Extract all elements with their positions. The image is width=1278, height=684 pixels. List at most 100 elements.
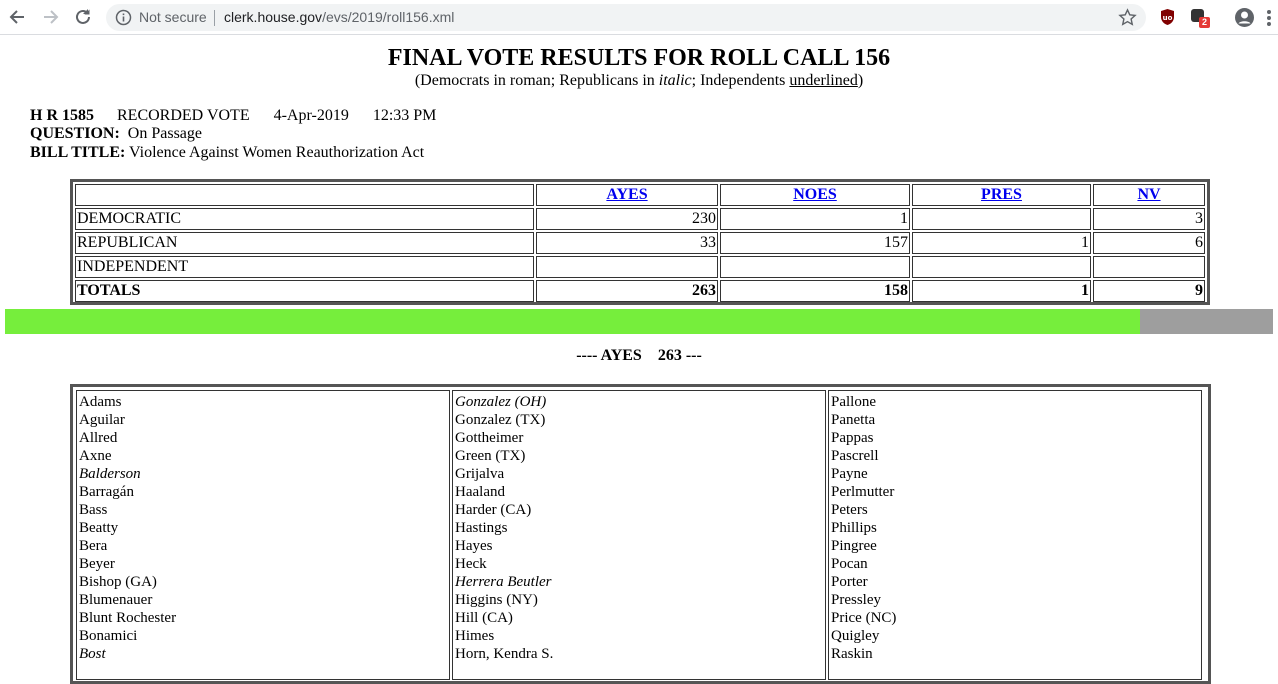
bill-title-label: BILL TITLE: — [30, 144, 126, 161]
member-name: Himes — [455, 628, 495, 644]
question-text: On Passage — [127, 125, 203, 142]
names-column-1: Adams Aguilar Allred Axne Balderson Barragán B… — [76, 390, 450, 680]
names-column-3: Pallone Panetta Pappas Pascrell Payne Perlmut… — [828, 390, 1202, 680]
summary-header-pres: PRES — [912, 184, 1091, 206]
question-label: QUESTION: — [30, 125, 120, 142]
member-name: Harder (CA) — [455, 502, 532, 518]
member-name: Gonzalez (OH) — [455, 394, 547, 410]
nv-cell: 6 — [1093, 232, 1205, 254]
member-name: Quigley — [831, 628, 880, 644]
pres-cell: 1 — [912, 280, 1091, 302]
ayes-names-table: Adams Aguilar Allred Axne Balderson Barragán B… — [70, 384, 1211, 684]
page-title: FINAL VOTE RESULTS FOR ROLL CALL 156 — [387, 45, 891, 71]
security-label[interactable]: Not secure — [139, 9, 207, 25]
vote-date: 4-Apr-2019 — [273, 107, 349, 124]
member-name: Barragán — [79, 484, 134, 500]
member-name: Horn, Kendra S. — [455, 646, 554, 662]
legend-italic: italic — [658, 72, 692, 89]
member-name: Bost — [79, 646, 106, 662]
address-bar[interactable]: Not secure clerk.house.gov/evs/2019/roll… — [106, 4, 1146, 31]
member-name: Aguilar — [79, 412, 125, 428]
member-name: Blumenauer — [79, 592, 153, 608]
member-name: Bishop (GA) — [79, 574, 157, 590]
member-name: Beyer — [79, 556, 115, 572]
member-name: Allred — [79, 430, 118, 446]
svg-text:uo: uo — [1163, 14, 1173, 22]
reload-icon — [76, 9, 90, 24]
summary-header-ayes: AYES — [536, 184, 718, 206]
member-name: Pocan — [831, 556, 868, 572]
member-name: Raskin — [831, 646, 873, 662]
vote-summary-table: AYES NOES PRES NV DEMOCRATIC 230 1 3 REP… — [70, 179, 1210, 305]
member-name: Panetta — [831, 412, 876, 428]
member-name: Pascrell — [831, 448, 879, 464]
pres-link[interactable]: PRES — [981, 186, 1022, 203]
vote-meta-line: H R 1585 RECORDED VOTE 4-Apr-2019 12:33 PM — [30, 106, 436, 125]
more-menu-icon[interactable] — [1266, 9, 1272, 27]
legend-text-2: ; Independents — [691, 72, 790, 89]
vote-type: RECORDED VOTE — [117, 107, 250, 124]
nv-cell: 3 — [1093, 208, 1205, 230]
nv-cell — [1093, 256, 1205, 278]
extension-icon[interactable]: 2 — [1190, 8, 1210, 28]
ayes-cell: 33 — [536, 232, 718, 254]
party-cell: TOTALS — [75, 280, 534, 302]
member-name: Payne — [831, 466, 868, 482]
member-name: Herrera Beutler — [455, 574, 552, 590]
member-name: Price (NC) — [831, 610, 897, 626]
ayes-link[interactable]: AYES — [606, 186, 647, 203]
member-name: Porter — [831, 574, 868, 590]
bill-title-text: Violence Against Women Reauthorization A… — [129, 144, 425, 161]
bookmark-star-icon[interactable] — [1118, 8, 1137, 27]
nv-cell: 9 — [1093, 280, 1205, 302]
url-path: /evs/2019/roll156.xml — [322, 9, 455, 25]
reload-button[interactable] — [72, 6, 94, 28]
legend-text-3: ) — [857, 72, 864, 89]
member-name: Adams — [79, 394, 122, 410]
ayes-heading-suffix: --- — [685, 347, 702, 364]
url-text[interactable]: clerk.house.gov/evs/2019/roll156.xml — [224, 9, 454, 25]
member-name: Peters — [831, 502, 868, 518]
member-name: Grijalva — [455, 466, 505, 482]
pres-cell — [912, 208, 1091, 230]
member-name: Hill (CA) — [455, 610, 513, 626]
member-name: Gonzalez (TX) — [455, 412, 546, 428]
arrow-left-icon — [9, 10, 24, 24]
summary-row-totals: TOTALS 263 158 1 9 — [75, 280, 1205, 302]
noes-cell: 158 — [720, 280, 910, 302]
legend-underlined: underlined — [789, 72, 858, 89]
ayes-heading: ---- AYES 263 --- — [0, 346, 1278, 366]
party-cell: INDEPENDENT — [75, 256, 534, 278]
nv-link[interactable]: NV — [1137, 186, 1160, 203]
browser-toolbar: Not secure clerk.house.gov/evs/2019/roll… — [0, 0, 1278, 35]
member-name: Blunt Rochester — [79, 610, 177, 626]
summary-header-party — [75, 184, 534, 206]
noes-link[interactable]: NOES — [793, 186, 837, 203]
ayes-cell: 263 — [536, 280, 718, 302]
pres-cell: 1 — [912, 232, 1091, 254]
summary-header-nv: NV — [1093, 184, 1205, 206]
member-name: Pappas — [831, 430, 874, 446]
summary-row-republican: REPUBLICAN 33 157 1 6 — [75, 232, 1205, 254]
account-icon[interactable] — [1234, 7, 1255, 28]
forward-button[interactable] — [40, 6, 62, 28]
extension-badge: 2 — [1199, 17, 1210, 28]
summary-row-democratic: DEMOCRATIC 230 1 3 — [75, 208, 1205, 230]
pres-cell — [912, 256, 1091, 278]
party-cell: DEMOCRATIC — [75, 208, 534, 230]
party-legend: (Democrats in roman; Republicans in ital… — [0, 71, 1278, 91]
back-button[interactable] — [6, 6, 28, 28]
vote-result-bar — [5, 309, 1273, 334]
summary-header-row: AYES NOES PRES NV — [75, 184, 1205, 206]
bill-number: H R 1585 — [30, 107, 94, 124]
member-name: Perlmutter — [831, 484, 895, 500]
info-icon[interactable] — [115, 9, 132, 26]
member-name: Higgins (NY) — [455, 592, 538, 608]
ublock-extension-icon[interactable]: uo — [1159, 8, 1176, 26]
member-name: Gottheimer — [455, 430, 524, 446]
member-name: Axne — [79, 448, 112, 464]
summary-header-noes: NOES — [720, 184, 910, 206]
vote-result-bar-fill — [5, 309, 1140, 334]
noes-cell: 157 — [720, 232, 910, 254]
question-line: QUESTION: On Passage — [30, 124, 202, 143]
